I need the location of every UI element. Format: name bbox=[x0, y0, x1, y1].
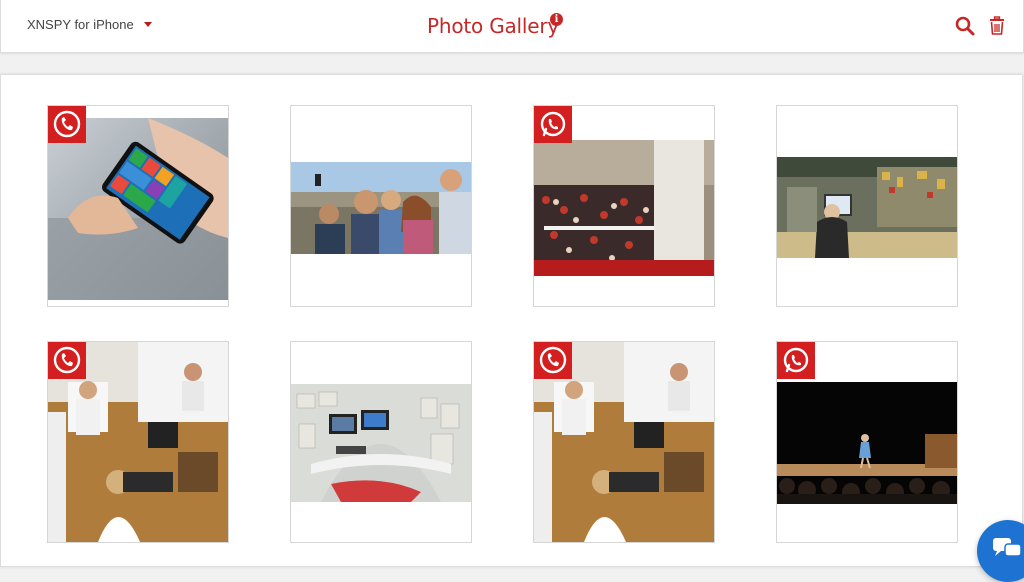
device-selector[interactable]: XNSPY for iPhone bbox=[27, 17, 152, 32]
photo-card-stage-performance[interactable] bbox=[776, 341, 958, 543]
photo-thumbnail bbox=[291, 162, 471, 254]
photo-card-crowd-in-mall[interactable] bbox=[533, 105, 715, 307]
dropdown-caret-icon bbox=[143, 22, 152, 28]
top-bar: XNSPY for iPhone Photo Gallery i bbox=[0, 0, 1024, 53]
viber-badge bbox=[48, 106, 86, 143]
photo-card-phone-in-hand[interactable] bbox=[47, 105, 229, 307]
viber-badge bbox=[534, 342, 572, 379]
chat-bubbles-icon bbox=[993, 538, 1022, 557]
device-label: XNSPY for iPhone bbox=[27, 17, 134, 32]
viber-icon bbox=[53, 110, 81, 138]
live-chat-button[interactable] bbox=[977, 520, 1024, 582]
whatsapp-icon bbox=[783, 347, 809, 373]
photo-thumbnail bbox=[777, 157, 957, 258]
photo-card-office-workers[interactable] bbox=[533, 341, 715, 543]
photo-thumbnail bbox=[534, 140, 714, 276]
trash-icon[interactable] bbox=[986, 15, 1008, 37]
whatsapp-badge bbox=[534, 106, 572, 143]
search-icon[interactable] bbox=[954, 15, 976, 37]
photo-card-group-selfie[interactable] bbox=[290, 105, 472, 307]
gallery-panel bbox=[0, 74, 1023, 567]
viber-icon bbox=[53, 346, 81, 374]
viber-icon bbox=[539, 346, 567, 374]
page-title: Photo Gallery bbox=[427, 14, 560, 38]
whatsapp-icon bbox=[540, 111, 566, 137]
photo-thumbnail bbox=[777, 382, 957, 504]
photo-card-office-cubicle[interactable] bbox=[776, 105, 958, 307]
photo-card-office-workers[interactable] bbox=[47, 341, 229, 543]
photo-card-fisheye-cubicle[interactable] bbox=[290, 341, 472, 543]
whatsapp-badge bbox=[777, 342, 815, 379]
photo-thumbnail bbox=[48, 118, 228, 300]
info-icon[interactable]: i bbox=[550, 13, 563, 26]
photo-thumbnail bbox=[291, 384, 471, 502]
viber-badge bbox=[48, 342, 86, 379]
